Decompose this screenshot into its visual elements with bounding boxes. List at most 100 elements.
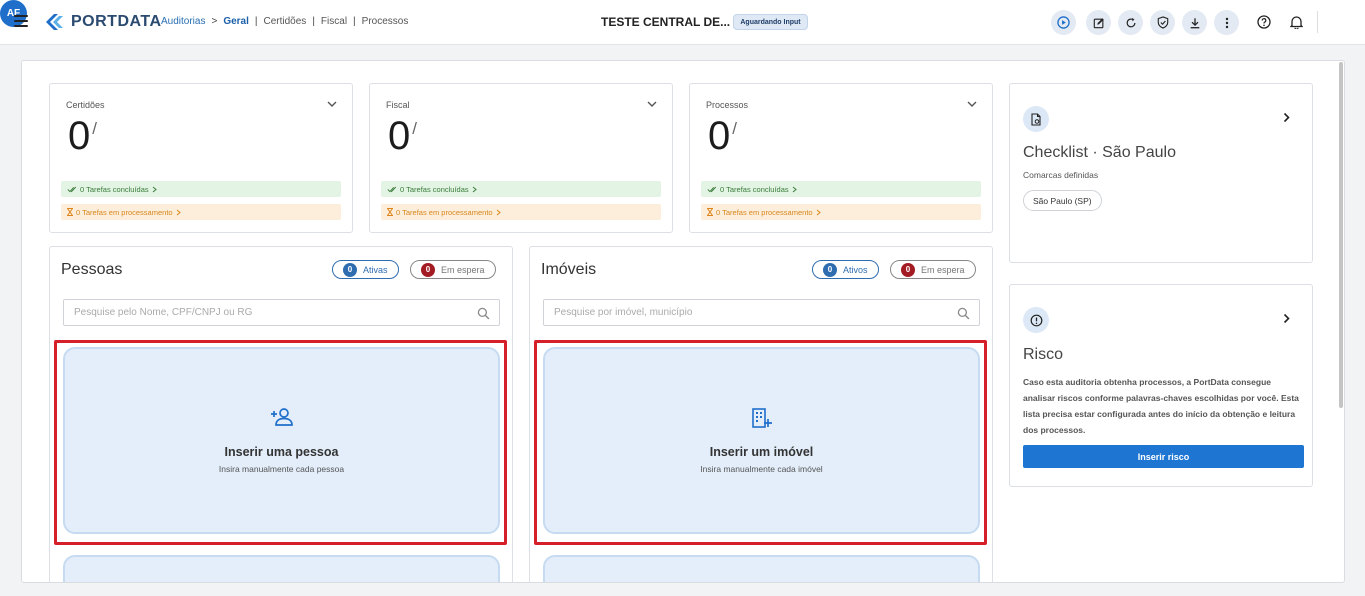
tasks-processing-link[interactable]: 0 Tarefas em processamento xyxy=(381,204,661,220)
tasks-done-label: 0 Tarefas concluídas xyxy=(80,184,149,194)
highlight-frame xyxy=(534,340,987,545)
stat-slash: / xyxy=(412,119,417,138)
breadcrumb-divider: | xyxy=(312,16,315,27)
help-icon xyxy=(1257,15,1271,29)
imoveis-search-input[interactable]: Pesquise por imóvel, município xyxy=(543,299,980,326)
pessoas-search-input[interactable]: Pesquise pelo Nome, CPF/CNPJ ou RG xyxy=(63,299,500,326)
active-label: Ativos xyxy=(843,264,868,275)
checklist-title: Checklist · São Paulo xyxy=(1023,144,1176,161)
breadcrumb-geral[interactable]: Geral xyxy=(223,16,249,27)
bell-icon xyxy=(1289,16,1303,29)
toolbar-divider xyxy=(1317,11,1318,33)
stat-count-value: 0 xyxy=(68,114,91,158)
search-placeholder: Pesquise por imóvel, município xyxy=(554,307,693,318)
filter-ativas-chip[interactable]: 0 Ativas xyxy=(332,260,399,279)
imoveis-title: Imóveis xyxy=(541,261,597,278)
chevron-right-icon xyxy=(176,209,181,215)
chevron-right-icon[interactable] xyxy=(1283,112,1290,123)
breadcrumb-fiscal[interactable]: Fiscal xyxy=(321,16,347,27)
hourglass-icon xyxy=(707,208,713,216)
chevron-down-icon[interactable] xyxy=(967,100,977,108)
stat-slash: / xyxy=(732,119,737,138)
checklist-icon-wrap xyxy=(1023,106,1049,132)
logo[interactable]: PORTDATA xyxy=(44,12,162,32)
logo-mark-icon xyxy=(46,14,63,30)
scrollbar[interactable] xyxy=(1339,62,1343,408)
download-icon xyxy=(1190,17,1199,28)
pessoas-title: Pessoas xyxy=(61,261,123,278)
refresh-icon xyxy=(1126,17,1135,27)
waiting-label: Em espera xyxy=(921,264,965,275)
filter-ativos-chip[interactable]: 0 Ativos xyxy=(812,260,879,279)
alert-circle-icon xyxy=(1030,314,1042,326)
page-title[interactable]: TESTE CENTRAL DE... xyxy=(601,15,730,29)
tasks-processing-label: 0 Tarefas em processamento xyxy=(76,207,173,217)
stat-card-fiscal: Fiscal 0/ 0 Tarefas concluídas 0 Tarefas… xyxy=(369,83,673,233)
chevron-down-icon[interactable] xyxy=(647,100,657,108)
shield-check-icon xyxy=(1157,16,1168,29)
tasks-processing-link[interactable]: 0 Tarefas em processamento xyxy=(61,204,341,220)
double-check-icon xyxy=(707,186,717,192)
active-label: Ativas xyxy=(363,264,388,275)
comarca-tag[interactable]: São Paulo (SP) xyxy=(1023,190,1102,211)
risco-description: Caso esta auditoria obtenha processos, a… xyxy=(1023,377,1299,435)
highlight-frame xyxy=(54,340,507,545)
more-vertical-icon xyxy=(1225,17,1228,28)
tasks-processing-link[interactable]: 0 Tarefas em processamento xyxy=(701,204,981,220)
chevron-down-icon[interactable] xyxy=(327,100,337,108)
hourglass-icon xyxy=(67,208,73,216)
stat-title: Processos xyxy=(706,100,749,110)
chevron-right-icon xyxy=(496,209,501,215)
document-refresh-icon xyxy=(1031,112,1041,126)
chevron-right-icon[interactable] xyxy=(1283,313,1290,324)
breadcrumb-divider: | xyxy=(353,16,356,27)
tasks-done-link[interactable]: 0 Tarefas concluídas xyxy=(381,181,661,197)
stat-title: Certidões xyxy=(66,100,105,110)
shield-button[interactable] xyxy=(1150,10,1175,35)
chevron-right-icon xyxy=(472,186,477,192)
search-icon xyxy=(957,307,970,320)
notifications-button[interactable] xyxy=(1285,11,1307,33)
waiting-count: 0 xyxy=(421,262,435,277)
download-button[interactable] xyxy=(1182,10,1207,35)
search-icon xyxy=(477,307,490,320)
stat-card-processos: Processos 0/ 0 Tarefas concluídas 0 Tare… xyxy=(689,83,993,233)
breadcrumb-processos[interactable]: Processos xyxy=(362,16,409,27)
play-button[interactable] xyxy=(1051,10,1076,35)
tasks-processing-label: 0 Tarefas em processamento xyxy=(396,207,493,217)
chevron-right-icon xyxy=(152,186,157,192)
risco-card: Risco Caso esta auditoria obtenha proces… xyxy=(1009,284,1313,487)
edit-icon xyxy=(1093,17,1104,28)
help-button[interactable] xyxy=(1253,11,1275,33)
hourglass-icon xyxy=(387,208,393,216)
tasks-done-link[interactable]: 0 Tarefas concluídas xyxy=(701,181,981,197)
tasks-done-link[interactable]: 0 Tarefas concluídas xyxy=(61,181,341,197)
edit-button[interactable] xyxy=(1086,10,1111,35)
status-badge: Aguardando Input xyxy=(733,14,808,30)
checklist-card: Checklist · São Paulo Comarcas definidas… xyxy=(1009,83,1313,263)
double-check-icon xyxy=(67,186,77,192)
list-item-card[interactable] xyxy=(63,555,500,582)
logo-text: PORTDATA xyxy=(71,13,162,30)
filter-em-espera-chip[interactable]: 0 Em espera xyxy=(410,260,496,279)
checklist-subtitle: Comarcas definidas xyxy=(1023,170,1099,180)
stat-card-certidoes: Certidões 0/ 0 Tarefas concluídas 0 Tare… xyxy=(49,83,353,233)
tasks-done-label: 0 Tarefas concluídas xyxy=(720,184,789,194)
filter-em-espera-chip[interactable]: 0 Em espera xyxy=(890,260,976,279)
chevron-right-icon xyxy=(816,209,821,215)
insert-risk-button[interactable]: Inserir risco xyxy=(1023,445,1304,468)
breadcrumb-certidoes[interactable]: Certidões xyxy=(264,16,307,27)
stat-count: 0/ xyxy=(388,114,417,158)
breadcrumb-separator: > xyxy=(211,16,218,27)
refresh-button[interactable] xyxy=(1118,10,1143,35)
stat-count-value: 0 xyxy=(388,114,411,158)
chevron-right-icon xyxy=(792,186,797,192)
breadcrumb-auditorias[interactable]: Auditorias xyxy=(161,16,205,27)
list-item-card[interactable] xyxy=(543,555,980,582)
active-count: 0 xyxy=(343,262,357,277)
more-options-button[interactable] xyxy=(1214,10,1239,35)
breadcrumb-divider: | xyxy=(254,16,258,27)
stat-count: 0/ xyxy=(708,114,737,158)
menu-icon[interactable] xyxy=(14,15,28,27)
stat-count-value: 0 xyxy=(708,114,731,158)
